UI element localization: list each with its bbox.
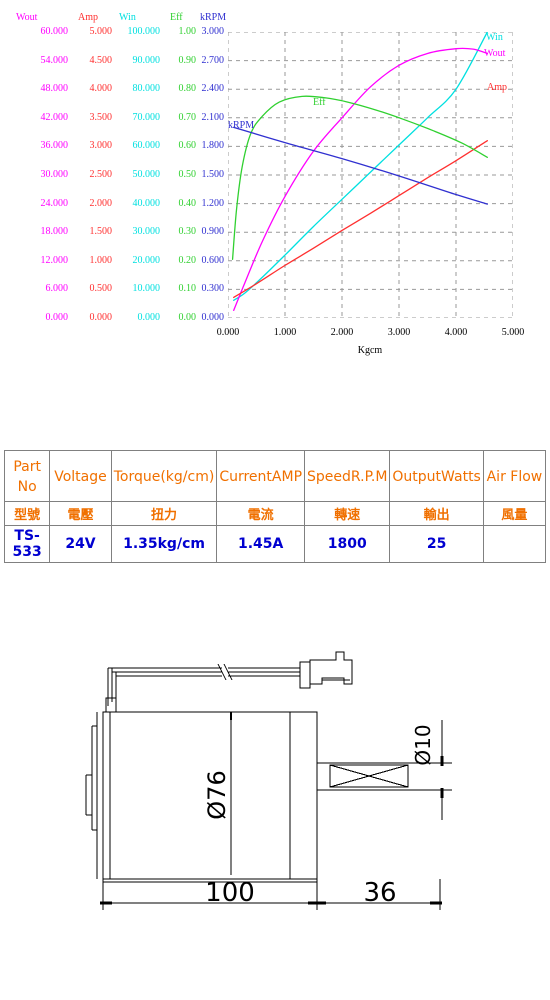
- table-header-en-5: OutputWatts: [389, 450, 484, 502]
- table-value-0: TS-533: [3, 525, 51, 563]
- axis-header-eff: Eff: [170, 12, 183, 23]
- table-value-4: 1800: [304, 525, 391, 563]
- axis-tick-krpm: 2.700: [201, 54, 225, 66]
- plot-svg: [228, 32, 513, 318]
- plot-area: [228, 32, 513, 318]
- table-header-en-0: Part No: [3, 450, 51, 502]
- table-header-en-3: CurrentAMP: [216, 450, 306, 502]
- drawing-svg: 100 36 Ø76 Ø10: [85, 651, 452, 910]
- axis-tick-krpm: 1.200: [201, 197, 225, 209]
- table-header-cn-4: 轉速: [304, 501, 391, 526]
- curve-label-win: Win: [486, 32, 503, 43]
- axis-tick-krpm: 0.900: [201, 226, 225, 238]
- curve-label-eff: Eff: [313, 97, 326, 108]
- header-text-line2: (kg/cm): [160, 468, 215, 485]
- axis-header-wout: Wout: [16, 12, 38, 23]
- table-value-6: [482, 525, 547, 563]
- header-text-line2: Watts: [441, 468, 481, 485]
- axis-tick-krpm: 0.600: [201, 254, 225, 266]
- motor-dimension-drawing: 100 36 Ø76 Ø10: [0, 620, 550, 960]
- dimension-text-shaft-diameter: Ø10: [411, 724, 435, 765]
- specification-table: Part No Voltage Torque(kg/cm) CurrentAMP Spe…: [3, 450, 547, 563]
- header-text: Torque: [113, 468, 161, 485]
- dimension-text-body-length: 100: [205, 878, 255, 908]
- header-text: Air Flow: [486, 468, 543, 485]
- header-text-line2: R.P.M: [350, 468, 388, 485]
- table-header-cn-6: 風量: [482, 501, 547, 526]
- x-axis-tick: 0.000: [216, 327, 240, 338]
- axis-tick-krpm: 0.300: [201, 283, 225, 295]
- performance-chart: Wout Amp Win Eff kRPM 60.000 54.000 48.000…: [0, 0, 550, 370]
- table-row-headers-cn: 型號 電壓 扭力 電流 轉速 輸出 風量: [3, 501, 547, 526]
- x-axis-tick: 5.000: [501, 327, 525, 338]
- x-axis-tick: 1.000: [273, 327, 297, 338]
- header-text: Voltage: [54, 468, 107, 485]
- table-header-en-6: Air Flow: [482, 450, 547, 502]
- curve-krpm: [233, 126, 488, 205]
- axis-tick-krpm: 1.800: [201, 140, 225, 152]
- table-value-5: 25: [389, 525, 484, 563]
- axis-tick-krpm: 2.400: [201, 83, 225, 95]
- curve-win: [233, 32, 488, 301]
- curve-wout: [233, 47, 488, 312]
- table-value-3: 1.45A: [216, 525, 306, 563]
- x-axis-tick: 2.000: [330, 327, 354, 338]
- curve-label-wout: Wout: [484, 48, 506, 59]
- axis-tick-krpm: 2.100: [201, 111, 225, 123]
- header-text-line2: AMP: [271, 468, 303, 485]
- axis-header-amp: Amp: [78, 12, 98, 23]
- table-row-headers-en: Part No Voltage Torque(kg/cm) CurrentAMP Spe…: [3, 450, 547, 502]
- header-text: Output: [392, 468, 442, 485]
- axis-tick-krpm: 0.000: [201, 312, 225, 323]
- connector-housing: [309, 651, 353, 685]
- curve-label-amp: Amp: [487, 82, 507, 93]
- table-header-en-2: Torque(kg/cm): [110, 450, 218, 502]
- table-value-2: 1.35kg/cm: [110, 525, 218, 563]
- axis-tick-krpm: 1.500: [201, 169, 225, 180]
- dimension-text-diameter: Ø76: [203, 770, 231, 819]
- table-header-en-1: Voltage: [49, 450, 112, 502]
- table-value-1: 24V: [49, 525, 112, 563]
- connector-collar: [299, 661, 311, 689]
- table-header-en-4: SpeedR.P.M: [304, 450, 391, 502]
- axis-header-win: Win: [119, 12, 136, 23]
- table-header-cn-1: 電壓: [49, 501, 112, 526]
- curve-eff: [231, 95, 488, 261]
- table-header-cn-0: 型號: [3, 501, 51, 526]
- table-header-cn-3: 電流: [216, 501, 306, 526]
- table-row-values: TS-533 24V 1.35kg/cm 1.45A 1800 25: [3, 525, 547, 563]
- x-axis-tick: 3.000: [387, 327, 411, 338]
- x-axis-tick: 4.000: [444, 327, 468, 338]
- curve-label-krpm: kRPM: [228, 120, 255, 131]
- header-text: Speed: [307, 468, 351, 485]
- table-header-cn-5: 輸出: [389, 501, 484, 526]
- axis-header-krpm: kRPM: [200, 12, 227, 23]
- x-axis-label: Kgcm: [357, 345, 383, 356]
- header-text: Current: [219, 468, 272, 485]
- axis-tick-krpm: 3.000: [201, 26, 225, 37]
- table-header-cn-2: 扭力: [110, 501, 218, 526]
- header-text: Part No: [13, 458, 41, 496]
- dimension-text-shaft-length: 36: [363, 878, 396, 908]
